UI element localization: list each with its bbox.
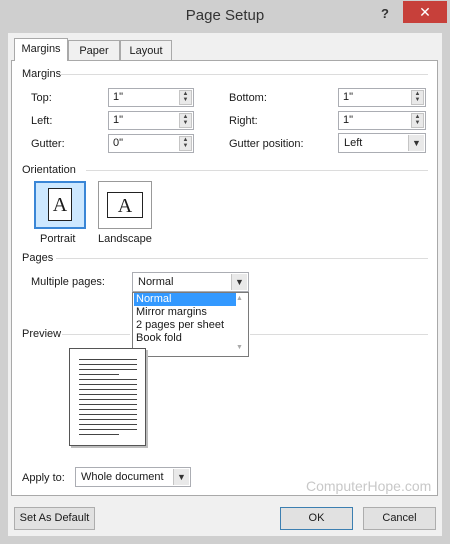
left-margin-value: 1" (113, 114, 124, 126)
preview-line (79, 394, 137, 395)
tab-margins[interactable]: Margins (14, 38, 68, 61)
preview-group-label: Preview (22, 328, 62, 340)
close-button[interactable]: ✕ (403, 1, 447, 23)
preview-line (79, 374, 119, 375)
tab-paper[interactable]: Paper (68, 40, 120, 60)
bottom-margin-spinner[interactable]: 1" ▲ ▼ (338, 88, 426, 107)
gutter-label: Gutter: (31, 138, 65, 150)
spin-arrows[interactable]: ▲ ▼ (179, 90, 192, 105)
preview-divider-left (62, 334, 130, 335)
help-button[interactable]: ? (378, 6, 392, 24)
preview-line (79, 359, 137, 360)
chevron-down-icon[interactable]: ▼ (408, 135, 424, 151)
spin-arrows[interactable]: ▲ ▼ (179, 136, 192, 151)
option-mirror-margins[interactable]: Mirror margins (134, 306, 236, 319)
watermark-text: ComputerHope.com (306, 478, 432, 494)
multiple-pages-dropdown[interactable]: Normal Mirror margins 2 pages per sheet … (132, 292, 249, 357)
spin-down-icon[interactable]: ▼ (412, 97, 423, 104)
multiple-pages-label: Multiple pages: (31, 276, 105, 288)
portrait-page-icon: A (48, 188, 72, 221)
preview-line (79, 434, 119, 435)
option-book-fold[interactable]: Book fold (134, 332, 236, 345)
spin-arrows[interactable]: ▲ ▼ (179, 113, 192, 128)
ok-button[interactable]: OK (280, 507, 353, 530)
margins-divider (60, 74, 428, 75)
landscape-button[interactable]: A (98, 181, 152, 229)
scroll-up-icon[interactable]: ▲ (236, 295, 243, 302)
left-margin-spinner[interactable]: 1" ▲ ▼ (108, 111, 194, 130)
preview-page (69, 348, 146, 446)
preview-line (79, 419, 137, 420)
preview-line (79, 399, 137, 400)
orientation-group-label: Orientation (22, 164, 76, 176)
gutter-spinner[interactable]: 0" ▲ ▼ (108, 134, 194, 153)
margins-group-label: Margins (22, 68, 62, 80)
gutter-value: 0" (113, 137, 124, 149)
tab-layout[interactable]: Layout (120, 40, 172, 60)
top-margin-value: 1" (113, 91, 124, 103)
preview-line (79, 414, 137, 415)
preview-line (79, 379, 137, 380)
chevron-down-icon[interactable]: ▼ (231, 274, 247, 290)
apply-to-label: Apply to: (22, 472, 65, 484)
spin-down-icon[interactable]: ▼ (180, 120, 191, 127)
multiple-pages-select[interactable]: Normal ▼ (132, 272, 249, 292)
spin-arrows[interactable]: ▲ ▼ (411, 113, 424, 128)
right-margin-spinner[interactable]: 1" ▲ ▼ (338, 111, 426, 130)
pages-group-label: Pages (22, 252, 54, 264)
right-label: Right: (229, 115, 258, 127)
spin-down-icon[interactable]: ▼ (180, 97, 191, 104)
landscape-label: Landscape (98, 233, 152, 245)
preview-line (79, 409, 137, 410)
spin-arrows[interactable]: ▲ ▼ (411, 90, 424, 105)
portrait-label: Portrait (40, 233, 76, 245)
top-margin-spinner[interactable]: 1" ▲ ▼ (108, 88, 194, 107)
top-label: Top: (31, 92, 52, 104)
right-margin-value: 1" (343, 114, 354, 126)
preview-line (79, 384, 137, 385)
orientation-divider (86, 170, 428, 171)
spin-down-icon[interactable]: ▼ (180, 143, 191, 150)
option-2-pages-per-sheet[interactable]: 2 pages per sheet (134, 319, 236, 332)
apply-to-select[interactable]: Whole document ▼ (75, 467, 191, 487)
preview-line (79, 429, 137, 430)
preview-line (79, 389, 137, 390)
preview-line (79, 424, 137, 425)
scroll-down-icon[interactable]: ▼ (236, 344, 243, 351)
multiple-pages-value: Normal (138, 276, 174, 288)
cancel-button[interactable]: Cancel (363, 507, 436, 530)
preview-line (79, 364, 137, 365)
preview-divider-right (250, 334, 428, 335)
portrait-button[interactable]: A (34, 181, 86, 229)
spin-down-icon[interactable]: ▼ (412, 120, 423, 127)
gutter-position-label: Gutter position: (229, 138, 304, 150)
bottom-label: Bottom: (229, 92, 267, 104)
gutter-position-value: Left (344, 137, 363, 149)
preview-line (79, 404, 137, 405)
gutter-position-select[interactable]: Left ▼ (338, 133, 426, 153)
landscape-page-icon: A (107, 192, 143, 218)
pages-divider (56, 258, 428, 259)
left-label: Left: (31, 115, 53, 127)
bottom-margin-value: 1" (343, 91, 354, 103)
chevron-down-icon[interactable]: ▼ (173, 469, 189, 485)
set-as-default-button[interactable]: Set As Default (14, 507, 95, 530)
preview-line (79, 369, 137, 370)
option-normal[interactable]: Normal (134, 293, 236, 306)
apply-to-value: Whole document (81, 471, 164, 483)
